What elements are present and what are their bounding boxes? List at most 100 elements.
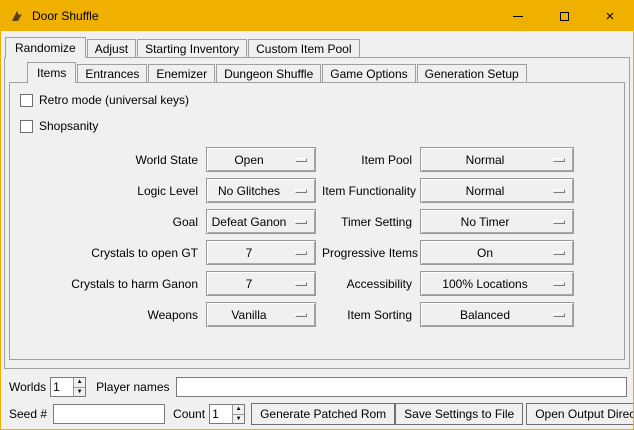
menu-indicator-icon xyxy=(553,158,565,162)
item-functionality-dropdown[interactable]: Normal xyxy=(420,178,574,203)
tab-generation-setup[interactable]: Generation Setup xyxy=(417,64,527,82)
world-state-dropdown[interactable]: Open xyxy=(206,147,316,172)
tab-entrances[interactable]: Entrances xyxy=(77,64,147,82)
minimize-button[interactable] xyxy=(495,1,541,31)
timer-setting-dropdown[interactable]: No Timer xyxy=(420,209,574,234)
progressive-items-dropdown[interactable]: On xyxy=(420,240,574,265)
timer-setting-label: Timer Setting xyxy=(322,215,414,229)
crystals-harm-ganon-label: Crystals to harm Ganon xyxy=(20,277,200,291)
weapons-dropdown[interactable]: Vanilla xyxy=(206,302,316,327)
menu-indicator-icon xyxy=(553,282,565,286)
open-output-directory-button[interactable]: Open Output Directory xyxy=(526,403,634,425)
tab-enemizer[interactable]: Enemizer xyxy=(148,64,215,82)
spin-down-icon[interactable]: ▼ xyxy=(74,388,85,397)
tab-game-options[interactable]: Game Options xyxy=(322,64,415,82)
menu-indicator-icon xyxy=(553,189,565,193)
goal-label: Goal xyxy=(20,215,200,229)
checkbox-box-icon xyxy=(20,94,33,107)
retro-mode-checkbox[interactable]: Retro mode (universal keys) xyxy=(20,91,624,109)
app-window: Door Shuffle × Randomize Adjust Starting… xyxy=(0,0,634,430)
crystals-harm-ganon-dropdown[interactable]: 7 xyxy=(206,271,316,296)
weapons-value: Vanilla xyxy=(231,308,266,322)
window-controls: × xyxy=(495,1,633,31)
close-icon: × xyxy=(606,9,615,24)
worlds-input[interactable] xyxy=(51,378,73,396)
accessibility-dropdown[interactable]: 100% Locations xyxy=(420,271,574,296)
spin-up-icon[interactable]: ▲ xyxy=(74,378,85,388)
crystals-open-gt-label: Crystals to open GT xyxy=(20,246,200,260)
menu-indicator-icon xyxy=(553,251,565,255)
goal-dropdown[interactable]: Defeat Ganon xyxy=(206,209,316,234)
menu-indicator-icon xyxy=(295,158,307,162)
save-settings-button[interactable]: Save Settings to File xyxy=(395,403,523,425)
count-label: Count xyxy=(173,407,205,421)
close-button[interactable]: × xyxy=(587,1,633,31)
checkbox-box-icon xyxy=(20,120,33,133)
window-title: Door Shuffle xyxy=(32,9,99,23)
checkbox-label: Retro mode (universal keys) xyxy=(39,93,189,107)
goal-value: Defeat Ganon xyxy=(212,215,287,229)
item-sorting-label: Item Sorting xyxy=(322,308,414,322)
spin-up-icon[interactable]: ▲ xyxy=(233,405,244,415)
shopsanity-checkbox[interactable]: Shopsanity xyxy=(20,117,624,135)
world-state-label: World State xyxy=(20,153,200,167)
menu-indicator-icon xyxy=(295,189,307,193)
logic-level-label: Logic Level xyxy=(20,184,200,198)
tab-adjust[interactable]: Adjust xyxy=(87,39,136,57)
outer-tab-bar: Randomize Adjust Starting Inventory Cust… xyxy=(1,31,633,57)
tab-items[interactable]: Items xyxy=(27,62,76,83)
menu-indicator-icon xyxy=(295,251,307,255)
crystals-open-gt-dropdown[interactable]: 7 xyxy=(206,240,316,265)
tab-custom-item-pool[interactable]: Custom Item Pool xyxy=(248,39,359,57)
items-tab-panel: Retro mode (universal keys) Shopsanity W… xyxy=(9,82,625,360)
logic-level-value: No Glitches xyxy=(218,184,280,198)
count-stepper: ▲ ▼ xyxy=(209,404,245,424)
item-functionality-label: Item Functionality xyxy=(322,184,414,198)
player-names-label: Player names xyxy=(96,380,169,394)
menu-indicator-icon xyxy=(553,313,565,317)
count-input[interactable] xyxy=(210,405,232,423)
tab-randomize[interactable]: Randomize xyxy=(5,37,86,58)
item-pool-dropdown[interactable]: Normal xyxy=(420,147,574,172)
seed-label: Seed # xyxy=(9,407,47,421)
world-state-value: Open xyxy=(234,153,263,167)
count-stepper-arrows: ▲ ▼ xyxy=(232,405,244,423)
worlds-row: Worlds ▲ ▼ Player names xyxy=(9,377,627,397)
titlebar[interactable]: Door Shuffle × xyxy=(1,1,633,31)
weapons-label: Weapons xyxy=(20,308,200,322)
app-icon[interactable] xyxy=(9,8,25,24)
timer-setting-value: No Timer xyxy=(461,215,510,229)
crystals-harm-ganon-value: 7 xyxy=(246,277,253,291)
minimize-icon xyxy=(513,16,523,17)
generate-patched-rom-button[interactable]: Generate Patched Rom xyxy=(251,403,395,425)
crystals-open-gt-value: 7 xyxy=(246,246,253,260)
inner-tab-bar: Items Entrances Enemizer Dungeon Shuffle… xyxy=(5,58,629,82)
tab-starting-inventory[interactable]: Starting Inventory xyxy=(137,39,247,57)
worlds-stepper: ▲ ▼ xyxy=(50,377,86,397)
options-grid: World State Open Item Pool Normal Logic … xyxy=(20,147,624,327)
tab-dungeon-shuffle[interactable]: Dungeon Shuffle xyxy=(216,64,321,82)
player-names-input[interactable] xyxy=(176,377,628,397)
worlds-label: Worlds xyxy=(9,380,46,394)
logic-level-dropdown[interactable]: No Glitches xyxy=(206,178,316,203)
maximize-button[interactable] xyxy=(541,1,587,31)
randomize-tab-panel: Items Entrances Enemizer Dungeon Shuffle… xyxy=(4,57,630,369)
seed-row: Seed # Count ▲ ▼ Generate Patched Rom Sa… xyxy=(9,403,627,425)
accessibility-value: 100% Locations xyxy=(442,277,527,291)
maximize-icon xyxy=(560,12,569,21)
menu-indicator-icon xyxy=(295,313,307,317)
item-pool-label: Item Pool xyxy=(322,153,414,167)
menu-indicator-icon xyxy=(295,282,307,286)
accessibility-label: Accessibility xyxy=(322,277,414,291)
checkbox-label: Shopsanity xyxy=(39,119,98,133)
progressive-items-value: On xyxy=(477,246,493,260)
seed-input[interactable] xyxy=(53,404,165,424)
menu-indicator-icon xyxy=(295,220,307,224)
item-functionality-value: Normal xyxy=(466,184,505,198)
bottom-bar: Worlds ▲ ▼ Player names Seed # Count ▲ ▼ xyxy=(1,369,633,429)
progressive-items-label: Progressive Items xyxy=(322,246,414,260)
item-sorting-dropdown[interactable]: Balanced xyxy=(420,302,574,327)
spin-down-icon[interactable]: ▼ xyxy=(233,415,244,424)
menu-indicator-icon xyxy=(553,220,565,224)
item-sorting-value: Balanced xyxy=(460,308,510,322)
